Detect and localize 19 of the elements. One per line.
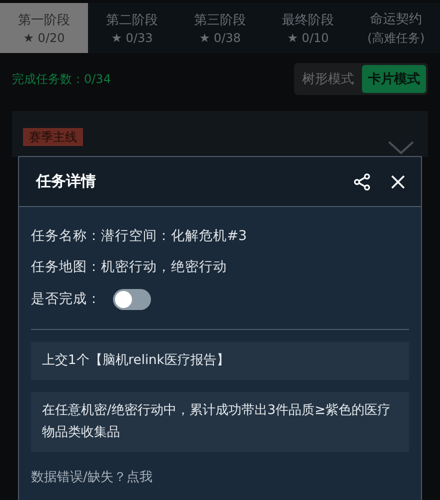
close-icon[interactable] bbox=[391, 174, 405, 188]
stage-tab[interactable]: 第三阶段 ★ 0/38 bbox=[176, 3, 264, 53]
objective-text: 上交1个【脑机relink医疗报告】 bbox=[31, 342, 409, 380]
stage-tab[interactable]: 最终阶段 ★ 0/10 bbox=[264, 3, 352, 53]
dialog-title: 任务详情 bbox=[36, 172, 96, 191]
stage-tab[interactable]: 第一阶段 ★ 0/20 bbox=[0, 3, 88, 53]
share-icon[interactable] bbox=[353, 172, 371, 190]
view-mode-button[interactable]: 树形模式 bbox=[296, 65, 360, 93]
report-error-text[interactable]: 数据错误/缺失？点我 bbox=[31, 468, 409, 486]
completed-toggle[interactable] bbox=[113, 288, 151, 310]
stage-tab[interactable]: 命运契约 (高难任务) bbox=[352, 3, 440, 53]
task-info-text: 任务地图：机密行动，绝密行动 bbox=[31, 258, 228, 277]
completed-label: 是否完成： bbox=[31, 290, 101, 308]
objective-text: 在任意机密/绝密行动中，累计成功带出3件品质≥紫色的医疗物品类收集品 bbox=[31, 392, 409, 452]
view-mode-button[interactable]: 卡片模式 bbox=[362, 65, 426, 93]
completed-count: 完成任务数：0/34 bbox=[12, 70, 111, 88]
task-info-text: 任务名称：潜行空间：化解危机#3 bbox=[31, 227, 248, 246]
stage-tab[interactable]: 第二阶段 ★ 0/33 bbox=[88, 3, 176, 53]
category-tag: 赛季主线 bbox=[23, 128, 83, 146]
